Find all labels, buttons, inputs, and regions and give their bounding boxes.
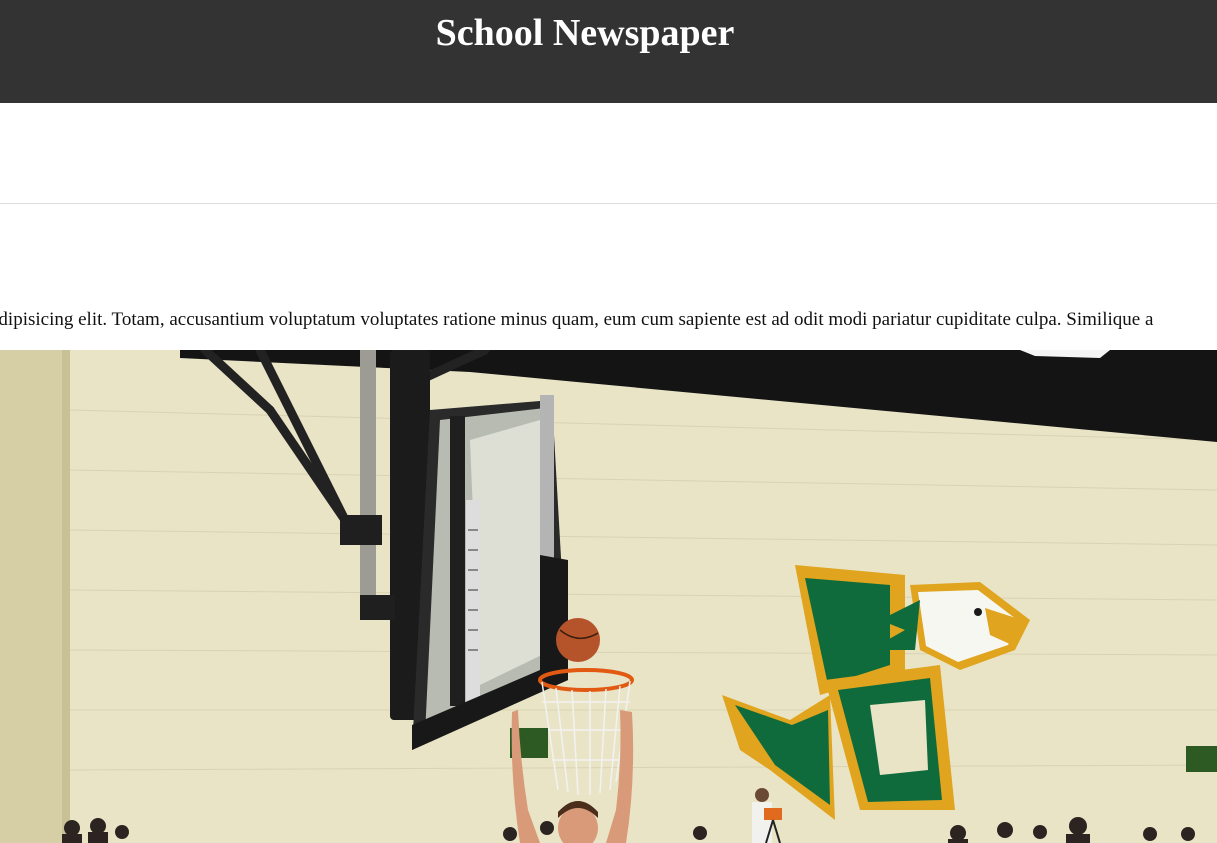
site-title: School Newspaper (435, 12, 735, 54)
support-rod (360, 350, 376, 600)
basketball (556, 618, 600, 662)
section-divider (0, 203, 1217, 204)
nav-area (0, 103, 1217, 203)
visitors-sign (1186, 746, 1217, 772)
article-body-line: adipisicing elit. Totam, accusantium vol… (0, 309, 1154, 330)
article-body-text: adipisicing elit. Totam, accusantium vol… (0, 307, 1217, 333)
site-header: School Newspaper (0, 0, 1217, 103)
hero-photo-illustration (0, 350, 1217, 843)
wall-pillar (0, 350, 68, 843)
hero-image (0, 350, 1217, 843)
